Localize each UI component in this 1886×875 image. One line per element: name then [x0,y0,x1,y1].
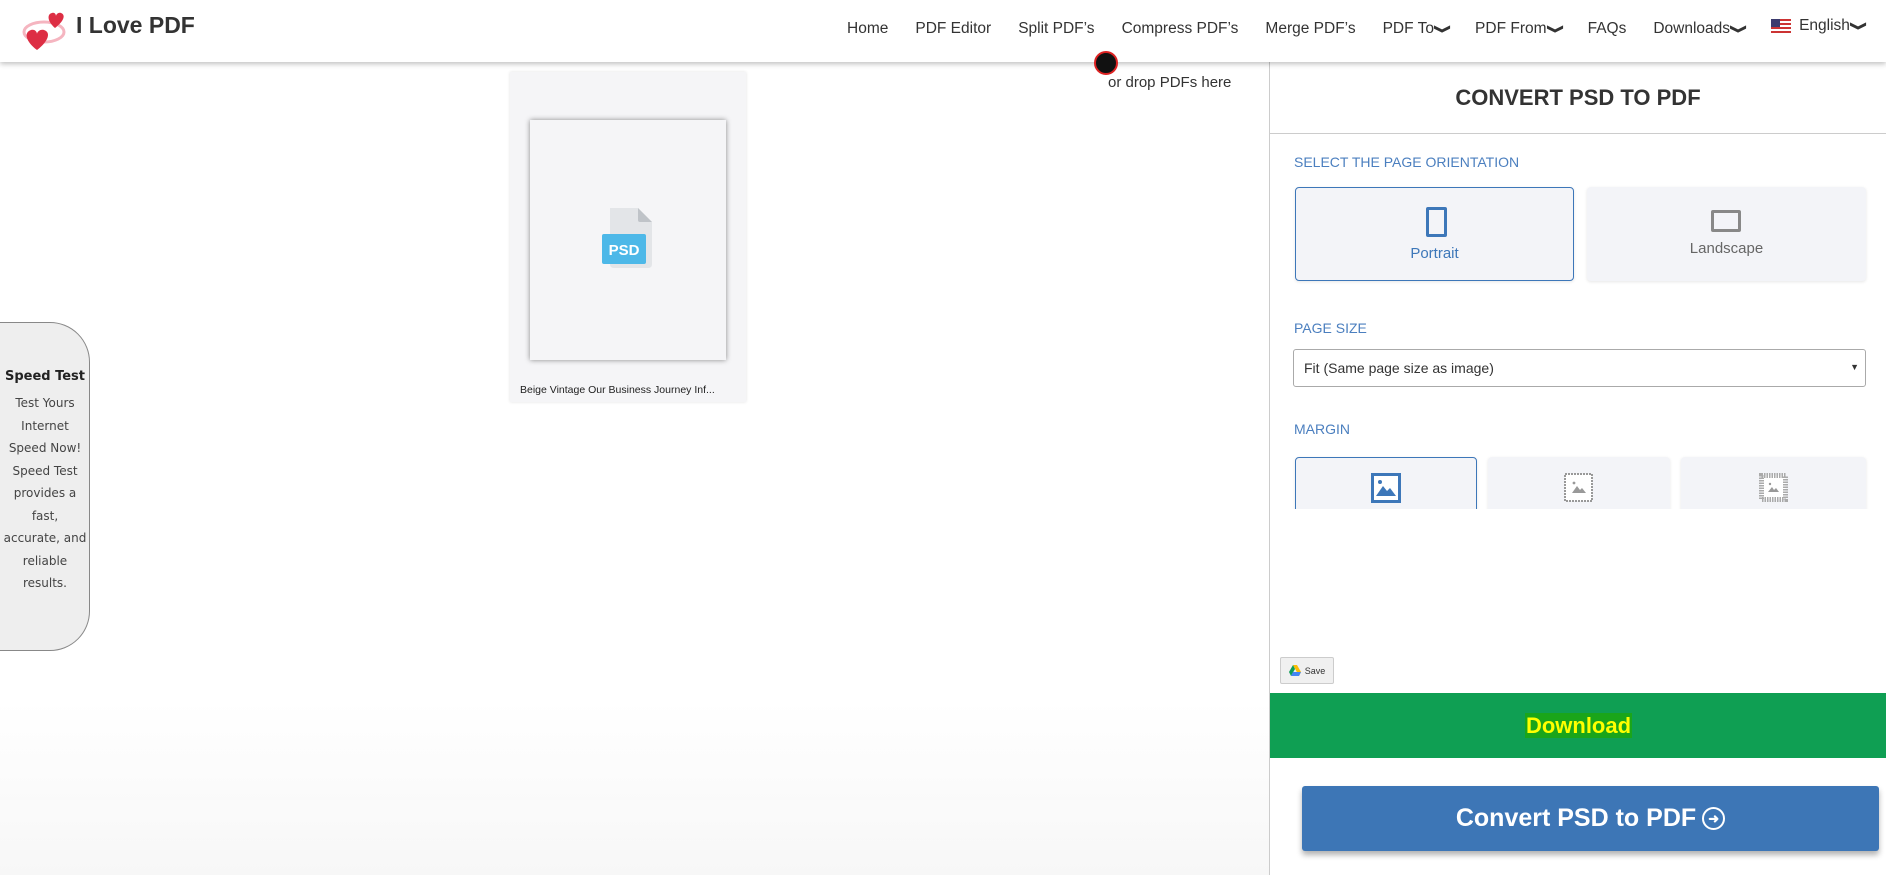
google-drive-icon [1288,665,1301,676]
main-nav: Home PDF Editor Split PDF’s Compress PDF… [820,17,1868,38]
psd-file-icon: PSD [602,208,652,268]
nav-home[interactable]: Home [847,20,888,38]
options-panel: CONVERT PSD TO PDF SELECT THE PAGE ORIEN… [1269,62,1886,875]
background-fade [0,700,1269,875]
orientation-portrait[interactable]: Portrait [1295,187,1574,281]
margin-big[interactable] [1681,457,1866,509]
chevron-down-icon: ❯ [1433,23,1453,35]
logo[interactable]: I Love PDF [22,8,195,52]
header: I Love PDF Home PDF Editor Split PDF’s C… [0,0,1886,62]
image-no-margin-icon [1371,473,1401,503]
convert-button[interactable]: Convert PSD to PDF ➜ [1302,786,1879,851]
file-card[interactable]: PSD Beige Vintage Our Business Journey I… [510,72,746,402]
nav-label: PDF Editor [915,20,992,37]
speed-test-widget[interactable]: Speed Test Test Yours Internet Speed Now… [0,322,90,651]
portrait-icon [1426,207,1447,237]
language-label: English [1799,17,1850,34]
orientation-label: SELECT THE PAGE ORIENTATION [1294,154,1520,170]
nav-pdf-from[interactable]: PDF From ❯ [1475,20,1565,38]
caret-down-icon: ▼ [1850,362,1859,372]
file-name: Beige Vintage Our Business Journey Inf..… [520,384,715,396]
speed-test-title: Speed Test [4,369,86,384]
nav-downloads[interactable]: Downloads ❯ [1653,20,1748,38]
portrait-label: Portrait [1410,245,1459,262]
nav-label: FAQs [1587,20,1627,37]
landscape-label: Landscape [1689,240,1764,257]
page-size-value: Fit (Same page size as image) [1304,360,1494,376]
chevron-down-icon: ❯ [1546,23,1565,35]
nav-label: PDF To [1382,20,1434,37]
image-big-margin-icon [1759,473,1788,502]
chevron-down-icon: ❯ [1729,23,1749,35]
nav-label: PDF From [1475,20,1547,37]
page-size-label: PAGE SIZE [1294,320,1367,336]
svg-text:PSD: PSD [609,242,640,259]
orientation-landscape[interactable]: Landscape [1587,187,1866,281]
margin-none[interactable] [1295,457,1477,509]
download-label: Download [1524,713,1633,738]
nav-label: Merge PDF’s [1265,20,1356,37]
nav-label: Split PDF’s [1018,20,1095,37]
convert-label: Convert PSD to PDF [1455,804,1697,832]
file-thumbnail: PSD [530,120,726,360]
google-drive-save-button[interactable]: Save [1280,657,1334,684]
margin-small[interactable] [1488,457,1670,509]
nav-label: Downloads [1653,20,1731,37]
landscape-icon [1711,210,1741,232]
save-label: Save [1304,665,1326,676]
nav-split-pdfs[interactable]: Split PDF’s [1018,20,1094,38]
cursor-dot [1094,51,1118,75]
margin-label: MARGIN [1294,421,1350,437]
nav-pdf-editor[interactable]: PDF Editor [915,20,991,38]
download-button[interactable]: Download [1270,693,1886,758]
us-flag-icon [1771,19,1792,33]
margin-options [1270,454,1886,509]
nav-pdf-to[interactable]: PDF To ❯ [1382,20,1453,38]
nav-label: Compress PDF’s [1121,20,1239,37]
language-selector[interactable]: English ❯ [1771,17,1868,35]
page-size-select[interactable]: Fit (Same page size as image) ▼ [1293,349,1866,387]
nav-compress-pdfs[interactable]: Compress PDF’s [1122,20,1239,38]
nav-label: Home [847,20,889,37]
arrow-right-circle-icon: ➜ [1702,807,1726,830]
drop-zone-text[interactable]: or drop PDFs here [1108,74,1231,91]
speed-test-text: Test Yours Internet Speed Now! Speed Tes… [3,396,87,590]
image-small-margin-icon [1564,473,1593,502]
nav-merge-pdfs[interactable]: Merge PDF’s [1265,20,1355,38]
panel-title: CONVERT PSD TO PDF [1270,62,1886,134]
logo-text: I Love PDF [76,11,195,38]
hearts-logo-icon [22,12,66,50]
chevron-down-icon: ❯ [1849,20,1869,32]
nav-faqs[interactable]: FAQs [1588,20,1627,38]
